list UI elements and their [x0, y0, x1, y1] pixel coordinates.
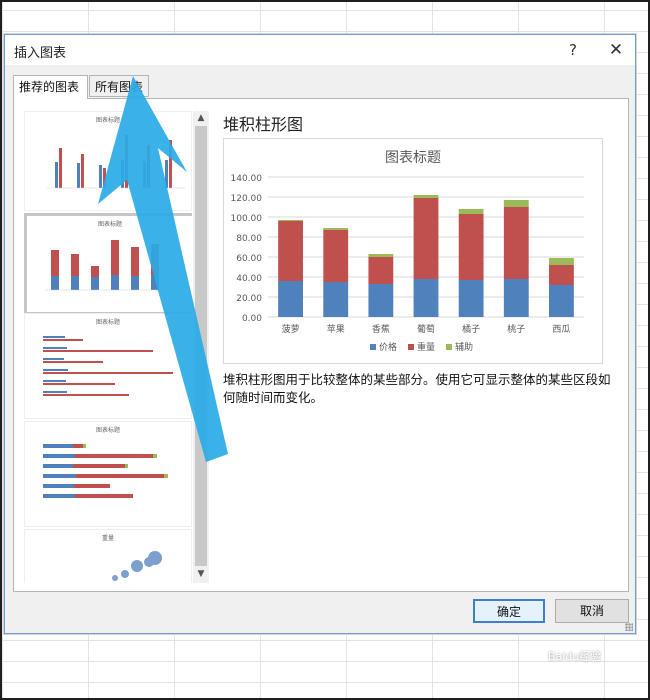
outer-frame	[0, 0, 650, 700]
